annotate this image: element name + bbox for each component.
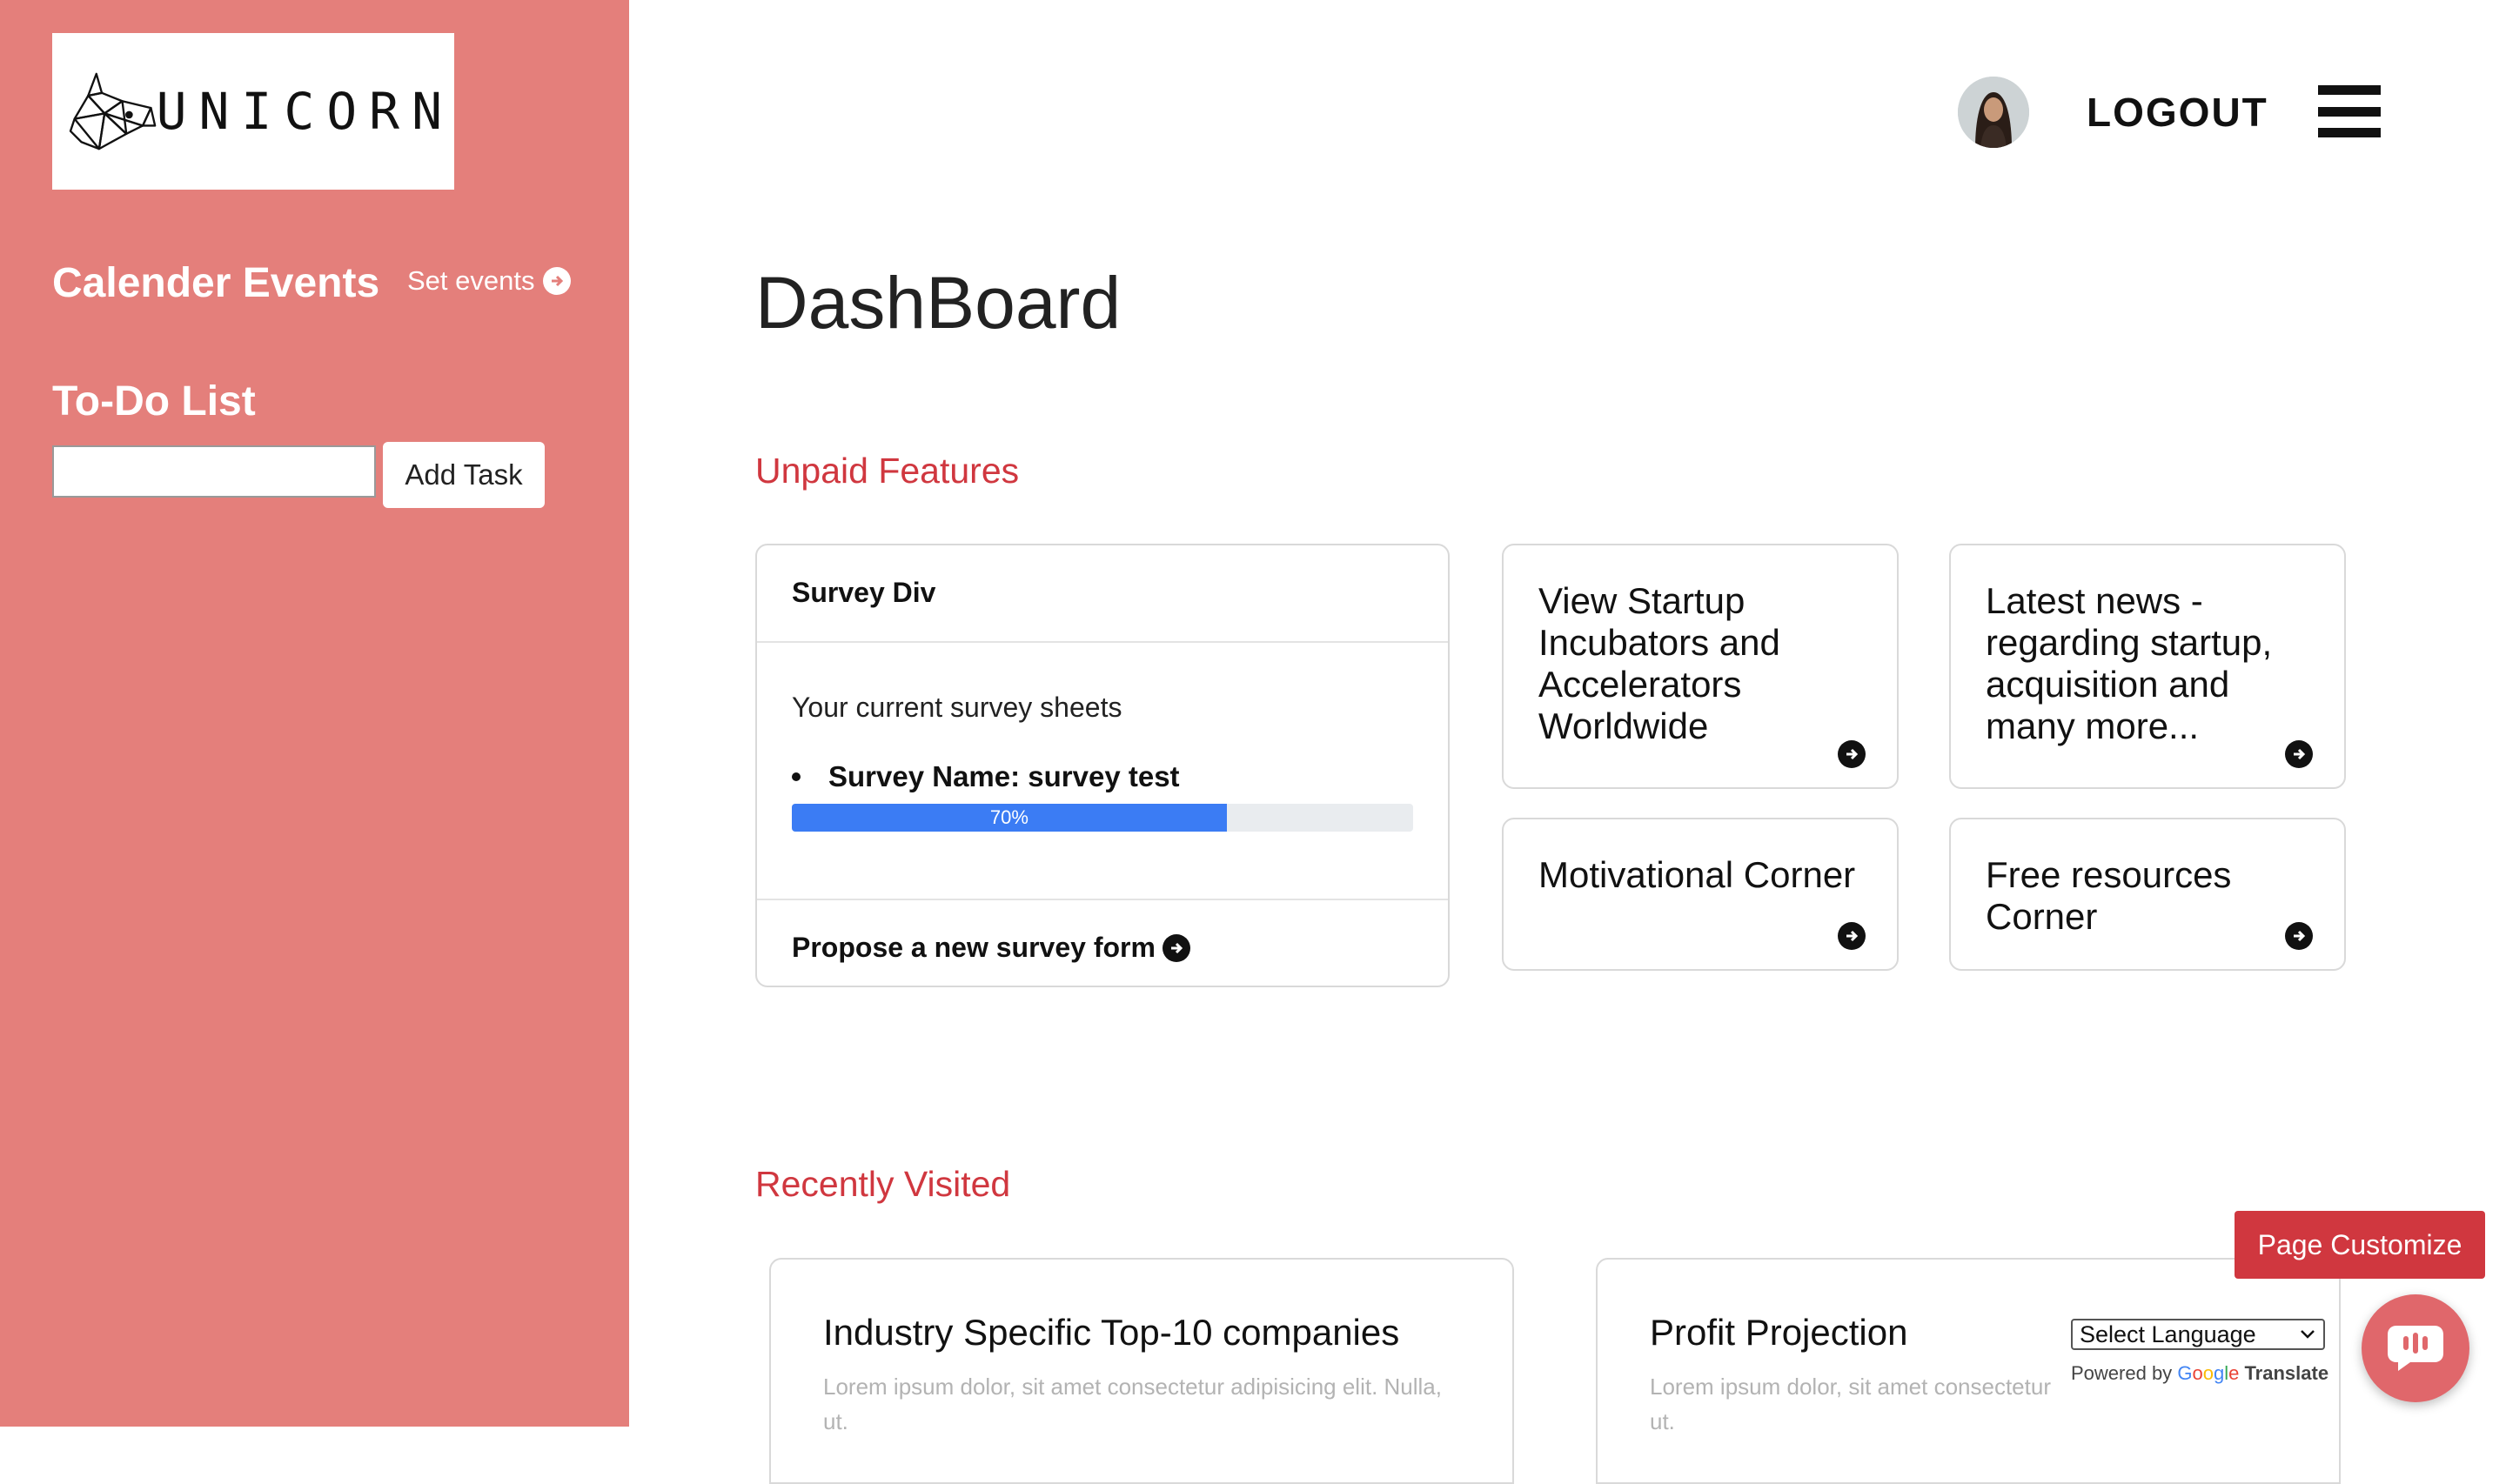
sidebar: UNICORN Calender Events Set events To-Do… bbox=[0, 0, 629, 1427]
page-title: DashBoard bbox=[755, 262, 1122, 344]
feature-card-label: View Startup Incubators and Accelerators… bbox=[1538, 580, 1780, 746]
propose-survey-label: Propose a new survey form bbox=[792, 932, 1156, 963]
logout-button[interactable]: LOGOUT bbox=[2087, 89, 2268, 136]
unicorn-head-icon bbox=[69, 72, 157, 150]
powered-by-label: Powered by bbox=[2071, 1362, 2173, 1384]
bullet-icon bbox=[792, 772, 801, 781]
chat-widget-button[interactable] bbox=[2362, 1294, 2469, 1402]
brand-logo-text: UNICORN bbox=[156, 82, 454, 141]
survey-card-header: Survey Div bbox=[757, 545, 1448, 643]
arrow-right-circle-icon bbox=[2285, 922, 2313, 950]
page-customize-button[interactable]: Page Customize bbox=[2235, 1211, 2485, 1279]
propose-survey-link[interactable]: Propose a new survey form bbox=[757, 900, 1448, 995]
recent-card-title: Industry Specific Top-10 companies bbox=[823, 1312, 1400, 1353]
feature-card-label: Motivational Corner bbox=[1538, 854, 1856, 895]
recently-visited-heading: Recently Visited bbox=[755, 1164, 1011, 1204]
calendar-events-heading: Calender Events bbox=[52, 260, 380, 306]
brand-logo[interactable]: UNICORN bbox=[52, 33, 454, 190]
arrow-right-circle-icon bbox=[543, 267, 572, 295]
feature-card-label: Latest news - regarding startup, acquisi… bbox=[1986, 580, 2273, 746]
recent-card-top10[interactable]: Industry Specific Top-10 companies Lorem… bbox=[769, 1258, 1514, 1484]
survey-card: Survey Div Your current survey sheets Su… bbox=[755, 544, 1450, 987]
recent-card-text: Lorem ipsum dolor, sit amet consectetur … bbox=[1650, 1374, 2051, 1434]
todo-task-input[interactable] bbox=[52, 445, 376, 498]
recent-card-text: Lorem ipsum dolor, sit amet consectetur … bbox=[823, 1374, 1442, 1434]
unpaid-features-heading: Unpaid Features bbox=[755, 451, 1020, 491]
chat-icon bbox=[2388, 1326, 2443, 1371]
feature-card-free-resources[interactable]: Free resources Corner bbox=[1949, 818, 2346, 971]
arrow-right-circle-icon bbox=[1162, 933, 1190, 962]
add-task-button[interactable]: Add Task bbox=[383, 442, 545, 508]
language-select-value: Select Language bbox=[2080, 1320, 2256, 1347]
google-translate-attribution: Powered by Google Translate bbox=[2071, 1362, 2328, 1385]
user-avatar[interactable] bbox=[1958, 77, 2029, 148]
survey-progress-bar: 70% bbox=[792, 804, 1413, 832]
language-select[interactable]: Select Language bbox=[2071, 1319, 2325, 1350]
translate-label: Translate bbox=[2244, 1362, 2329, 1384]
feature-card-motivational[interactable]: Motivational Corner bbox=[1502, 818, 1899, 971]
survey-list-item[interactable]: Survey Name: survey test bbox=[792, 760, 1413, 793]
google-logo[interactable]: Google bbox=[2177, 1362, 2239, 1384]
arrow-right-circle-icon bbox=[1838, 922, 1866, 950]
survey-progress-fill: 70% bbox=[792, 804, 1227, 832]
feature-card-label: Free resources Corner bbox=[1986, 854, 2232, 937]
feature-card-latest-news[interactable]: Latest news - regarding startup, acquisi… bbox=[1949, 544, 2346, 789]
set-events-link[interactable]: Set events bbox=[407, 265, 572, 297]
survey-card-body: Your current survey sheets Survey Name: … bbox=[757, 643, 1448, 900]
arrow-right-circle-icon bbox=[1838, 740, 1866, 768]
survey-subtitle: Your current survey sheets bbox=[792, 692, 1122, 723]
hamburger-menu-icon[interactable] bbox=[2318, 85, 2381, 137]
arrow-right-circle-icon bbox=[2285, 740, 2313, 768]
todo-list-heading: To-Do List bbox=[52, 378, 256, 424]
survey-item-label: Survey Name: survey test bbox=[828, 760, 1180, 792]
set-events-label: Set events bbox=[407, 265, 535, 296]
chevron-down-icon bbox=[2301, 1330, 2315, 1339]
feature-card-incubators[interactable]: View Startup Incubators and Accelerators… bbox=[1502, 544, 1899, 789]
